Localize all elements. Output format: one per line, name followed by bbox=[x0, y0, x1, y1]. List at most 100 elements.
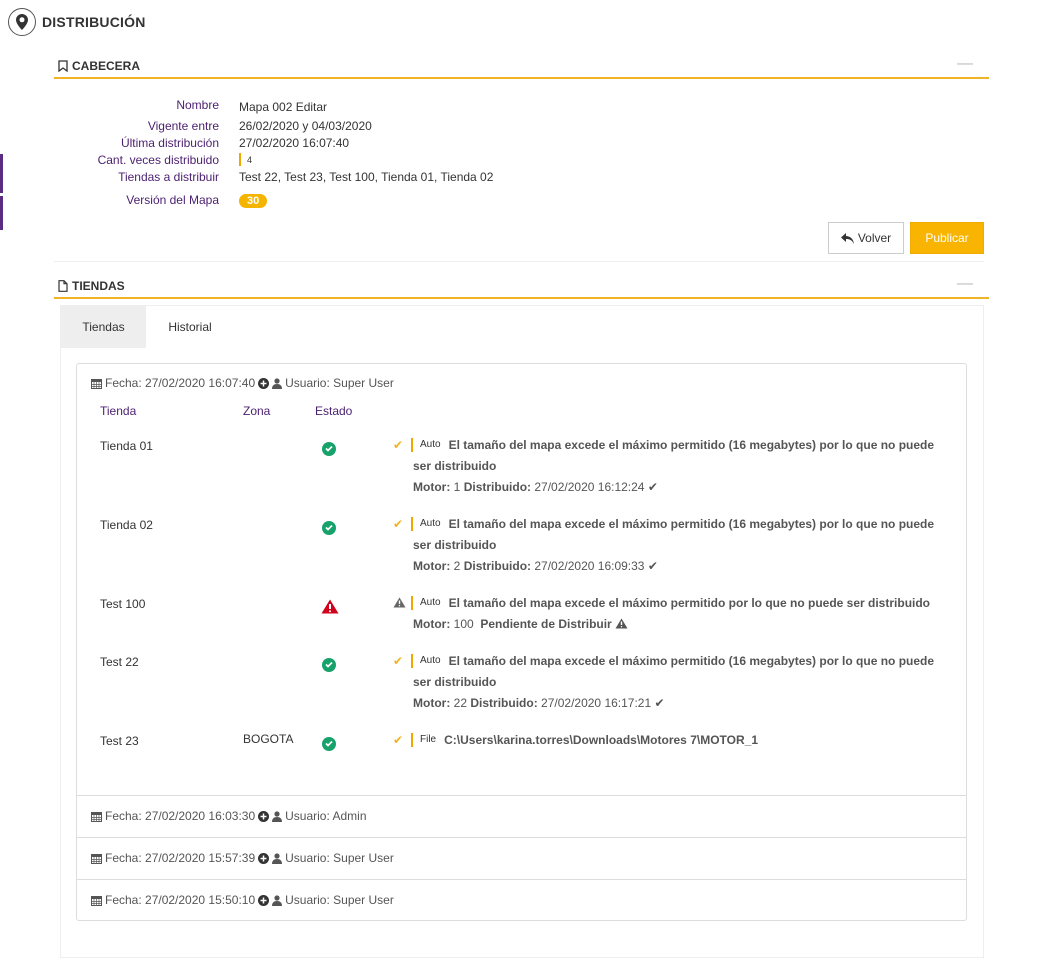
cant-value: 4 bbox=[239, 152, 253, 167]
group-user: Usuario: Super User bbox=[285, 893, 394, 907]
check-circle-icon bbox=[322, 737, 336, 751]
sidebar-marker bbox=[0, 154, 3, 193]
source-tag: Auto bbox=[411, 654, 441, 668]
warning-icon bbox=[393, 597, 406, 608]
group-header[interactable]: Fecha: 27/02/2020 15:57:39 Usuario: Supe… bbox=[91, 851, 394, 865]
check-icon: ✔ bbox=[393, 733, 404, 747]
tab-tiendas[interactable]: Tiendas bbox=[61, 306, 146, 348]
store-zone: BOGOTA bbox=[243, 732, 294, 746]
message-text: El tamaño del mapa excede el máximo perm… bbox=[448, 654, 935, 668]
plus-circle-icon[interactable] bbox=[258, 894, 270, 906]
calendar-icon bbox=[91, 378, 102, 389]
group-user: Usuario: Super User bbox=[285, 851, 394, 865]
message-text-cont: ser distribuido bbox=[413, 459, 497, 473]
cant-label: Cant. veces distribuido bbox=[97, 153, 219, 167]
source-tag: File bbox=[411, 733, 436, 747]
group-header[interactable]: Fecha: 27/02/2020 16:07:40 Usuario: Supe… bbox=[91, 376, 394, 390]
version-value: 30 bbox=[239, 193, 268, 208]
page-title-text: DISTRIBUCIÓN bbox=[42, 14, 146, 30]
check-icon: ✔ bbox=[393, 654, 404, 668]
group-date: Fecha: 27/02/2020 16:07:40 bbox=[105, 376, 256, 390]
plus-circle-icon[interactable] bbox=[258, 852, 270, 864]
user-icon bbox=[272, 894, 283, 906]
divider bbox=[54, 261, 984, 262]
calendar-icon bbox=[91, 895, 102, 906]
store-name: Tienda 01 bbox=[100, 439, 153, 453]
tiendas-title: TIENDAS bbox=[72, 279, 125, 293]
count-marker bbox=[239, 153, 241, 167]
store-name: Test 22 bbox=[100, 655, 139, 669]
plus-circle-icon[interactable] bbox=[258, 810, 270, 822]
tab-historial[interactable]: Historial bbox=[146, 306, 234, 348]
motor-value: 1 bbox=[453, 480, 461, 494]
sidebar-marker bbox=[0, 196, 3, 230]
user-icon bbox=[272, 377, 283, 389]
vigente-value: 26/02/2020 y 04/03/2020 bbox=[239, 119, 372, 133]
distributed-date: 27/02/2020 16:17:21 bbox=[541, 696, 652, 710]
group-header[interactable]: Fecha: 27/02/2020 16:03:30 Usuario: Admi… bbox=[91, 809, 367, 823]
group-header[interactable]: Fecha: 27/02/2020 15:50:10 Usuario: Supe… bbox=[91, 893, 394, 907]
volver-button[interactable]: Volver bbox=[828, 222, 904, 254]
motor-value: 2 bbox=[453, 559, 461, 573]
publicar-button[interactable]: Publicar bbox=[910, 222, 984, 254]
vigente-label: Vigente entre bbox=[147, 119, 219, 133]
ultima-value: 27/02/2020 16:07:40 bbox=[239, 136, 350, 150]
version-badge: 30 bbox=[239, 194, 268, 208]
divider bbox=[77, 879, 966, 880]
motor-label: Motor: bbox=[413, 480, 451, 494]
tiendas-label: Tiendas a distribuir bbox=[118, 170, 219, 184]
motor-line: Motor: 22 Distribuido: 27/02/2020 16:17:… bbox=[393, 693, 953, 714]
cabecera-title: CABECERA bbox=[72, 59, 141, 73]
collapse-icon[interactable]: — bbox=[957, 55, 973, 73]
count-number: 4 bbox=[247, 154, 253, 165]
group-user: Usuario: Super User bbox=[285, 376, 394, 390]
divider bbox=[77, 837, 966, 838]
check-icon: ✔ bbox=[393, 438, 404, 452]
distributed-date: 27/02/2020 16:09:33 bbox=[534, 559, 645, 573]
checkmark-icon: ✔ bbox=[647, 559, 658, 573]
tiendas-header[interactable]: TIENDAS — bbox=[54, 275, 989, 299]
pending-status: Pendiente de Distribuir bbox=[480, 617, 612, 631]
motor-label: Motor: bbox=[413, 696, 451, 710]
volver-label: Volver bbox=[857, 231, 892, 245]
bookmark-icon bbox=[58, 60, 68, 72]
warning-icon bbox=[321, 599, 339, 614]
plus-circle-icon[interactable] bbox=[258, 377, 270, 389]
calendar-icon bbox=[91, 853, 102, 864]
group-date: Fecha: 27/02/2020 16:03:30 bbox=[105, 809, 256, 823]
column-header-tienda: Tienda bbox=[100, 404, 137, 418]
message-text: El tamaño del mapa excede el máximo perm… bbox=[448, 596, 931, 610]
page-title: DISTRIBUCIÓN bbox=[8, 6, 146, 38]
calendar-icon bbox=[91, 811, 102, 822]
motor-label: Motor: bbox=[413, 617, 451, 631]
distributed-label: Distribuido: bbox=[463, 480, 532, 494]
collapse-icon[interactable]: — bbox=[957, 275, 973, 293]
message-text: El tamaño del mapa excede el máximo perm… bbox=[448, 438, 935, 452]
check-icon: ✔ bbox=[393, 517, 404, 531]
store-message: ✔ Auto El tamaño del mapa excede el máxi… bbox=[393, 514, 953, 577]
tiendas-value: Test 22, Test 23, Test 100, Tienda 01, T… bbox=[239, 170, 494, 184]
source-tag: Auto bbox=[411, 517, 441, 531]
user-icon bbox=[272, 852, 283, 864]
store-message: ✔ File C:\Users\karina.torres\Downloads\… bbox=[393, 730, 953, 751]
store-name: Tienda 02 bbox=[100, 518, 153, 532]
store-message: Auto El tamaño del mapa excede el máximo… bbox=[393, 593, 953, 635]
group-user: Usuario: Admin bbox=[285, 809, 367, 823]
column-header-estado: Estado bbox=[315, 404, 353, 418]
check-circle-icon bbox=[322, 658, 336, 672]
message-text: El tamaño del mapa excede el máximo perm… bbox=[448, 517, 935, 531]
distributed-label: Distribuido: bbox=[463, 559, 532, 573]
message-text-cont: ser distribuido bbox=[413, 675, 497, 689]
ultima-label: Última distribución bbox=[120, 136, 219, 150]
version-label: Versión del Mapa bbox=[126, 193, 219, 207]
motor-value: 22 bbox=[453, 696, 468, 710]
motor-line: Motor: 100 Pendiente de Distribuir bbox=[393, 614, 953, 635]
store-message: ✔ Auto El tamaño del mapa excede el máxi… bbox=[393, 651, 953, 714]
check-circle-icon bbox=[322, 521, 336, 535]
store-name: Test 23 bbox=[100, 734, 139, 748]
checkmark-icon: ✔ bbox=[654, 696, 665, 710]
cabecera-header[interactable]: CABECERA — bbox=[54, 55, 989, 79]
file-icon bbox=[58, 280, 68, 292]
distribution-accordion: Fecha: 27/02/2020 16:07:40 Usuario: Supe… bbox=[76, 363, 967, 921]
map-pin-icon bbox=[8, 8, 36, 36]
